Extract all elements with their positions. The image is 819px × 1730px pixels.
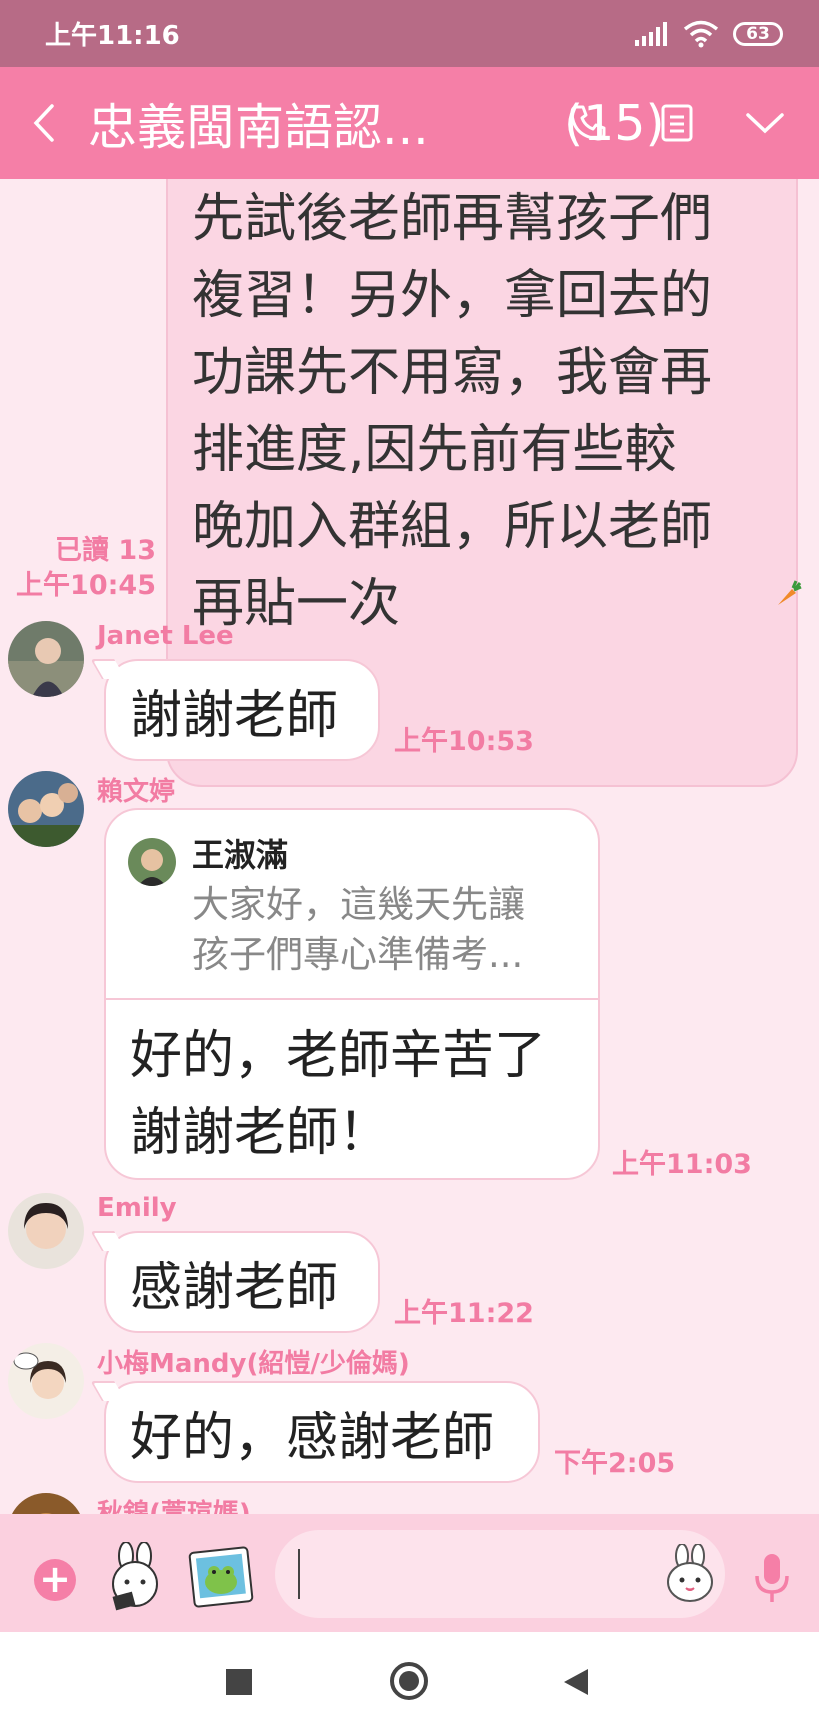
microphone-icon [755,1554,789,1602]
message-line: 複習！另外，拿回去的 [192,266,713,326]
avatar-photo [8,771,84,847]
my-message-meta: 已讀 13 上午10:45 [16,533,156,603]
status-time: 上午11:16 [45,21,180,51]
message-line: 先試後老師再幫孩子們 [192,189,713,249]
message-time: 上午10:53 [394,726,534,757]
system-nav-bar [0,1632,819,1730]
chat-header: 忠義閩南語認... (15) [0,67,819,179]
sender-name: 賴文婷 [97,777,176,807]
notes-icon [661,104,693,142]
quote-avatar [128,838,176,886]
avatar-photo [8,1193,84,1269]
message-text: 感謝老師 [130,1257,339,1318]
avatar-photo [8,621,84,697]
quote-sender: 王淑滿 [192,836,289,874]
add-button[interactable]: + [34,1559,76,1601]
message-input-bar: + [0,1514,819,1632]
square-icon [226,1669,252,1695]
avatar[interactable] [8,1193,84,1269]
recents-button[interactable] [226,1669,252,1699]
message-text: 好的，老師辛苦了 謝謝老師！ [130,1026,547,1163]
battery-indicator: 63 [733,21,783,46]
group-title[interactable]: 忠義閩南語認... [88,88,558,159]
back-button[interactable] [0,67,88,179]
text-caret [298,1549,300,1599]
chevron-down-icon [746,113,784,134]
emoji-button[interactable] [660,1543,720,1604]
phone-icon [570,105,606,141]
home-circle-icon [390,1662,428,1700]
message-bubble[interactable]: 謝謝老師 [104,659,380,761]
sticker-button[interactable] [100,1541,170,1612]
message-line: 排進度,因先前有些較 [192,420,677,480]
chat-area[interactable]: 先試後老師再幫孩子們 複習！另外，拿回去的 功課先不用寫，我會再 排進度,因先前… [0,179,819,1514]
voice-button[interactable] [752,1552,792,1604]
message-bubble[interactable]: 感謝老師 [104,1231,380,1333]
menu-dropdown-button[interactable] [730,67,800,179]
message-text: 謝謝老師 [130,685,339,746]
message-line: 再貼一次 [192,574,401,634]
chevron-left-icon [33,104,54,142]
avatar-photo [128,838,176,886]
photo-sticker-button[interactable] [186,1542,256,1612]
bunny-sticker-icon [112,1541,158,1611]
reply-message-bubble[interactable]: 王淑滿 大家好，這幾天先讓 孩子們專心準備考... 好的，老師辛苦了 謝謝老師！ [104,808,600,1180]
message-time: 上午11:03 [612,1149,752,1180]
call-button[interactable] [553,67,623,179]
message-line: 晚加入群組，所以老師 [192,497,713,557]
message-time: 上午11:22 [394,1298,534,1329]
avatar[interactable] [8,1493,84,1514]
triangle-back-icon [564,1669,588,1695]
carrot-sticker-icon [778,580,802,605]
status-icons: 63 [635,20,783,48]
message-time: 下午2:05 [554,1448,676,1479]
message-time: 上午10:45 [16,570,156,601]
quote-text: 大家好，這幾天先讓 孩子們專心準備考... [192,883,525,976]
avatar[interactable] [8,1343,84,1419]
home-button[interactable] [389,1661,429,1705]
avatar-photo [8,1493,84,1514]
wifi-icon [683,20,719,47]
signal-icon [635,21,667,46]
avatar-photo [8,1343,84,1419]
back-nav-button[interactable] [562,1667,590,1701]
read-receipt: 已讀 13 [55,535,156,566]
notes-button[interactable] [642,67,712,179]
quoted-message[interactable]: 王淑滿 大家好，這幾天先讓 孩子們專心準備考... [106,810,598,1000]
message-line: 功課先不用寫，我會再 [192,343,713,403]
avatar[interactable] [8,771,84,847]
bunny-emoji-icon [667,1543,713,1602]
status-bar: 上午11:16 63 [0,0,819,67]
sender-name: 小梅Mandy(紹愷/少倫媽) [97,1349,410,1379]
avatar[interactable] [8,621,84,697]
message-text: 好的，感謝老師 [130,1407,495,1468]
sender-name: Emily [97,1193,177,1223]
sender-name: 秋錦(萱瑄媽) [97,1499,251,1514]
message-bubble[interactable]: 好的，感謝老師 [104,1381,540,1483]
frog-photo-icon [188,1546,254,1608]
sender-name: Janet Lee [97,621,234,651]
message-input[interactable] [275,1530,725,1618]
